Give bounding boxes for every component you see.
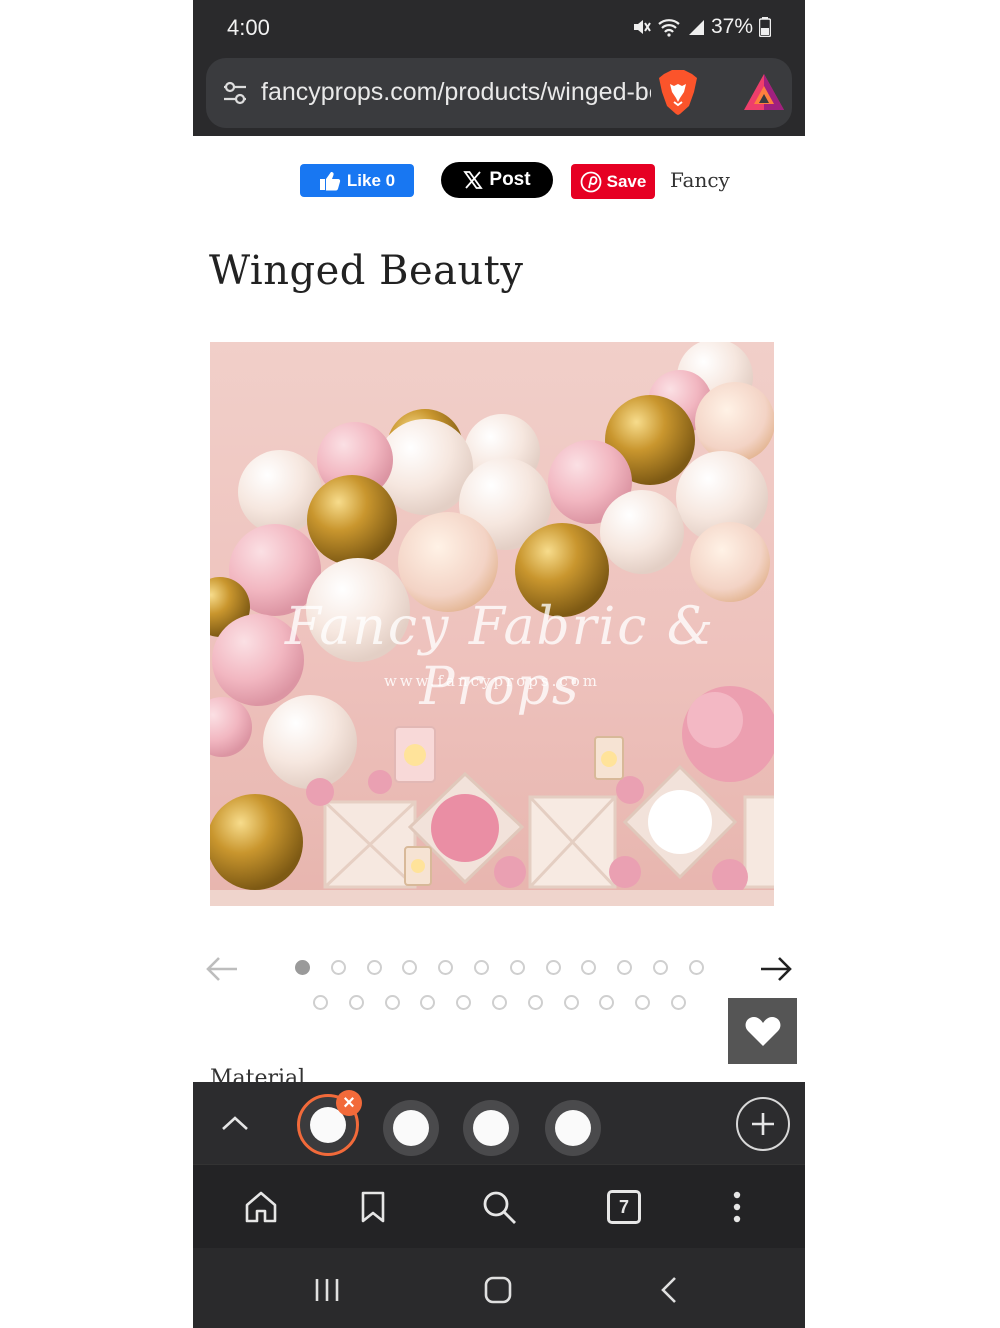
browser-toolbar: 7 [193, 1164, 805, 1248]
gallery-dot[interactable] [563, 995, 579, 1010]
home-icon [245, 1191, 277, 1223]
product-title: Winged Beauty [209, 248, 524, 294]
gallery-dot[interactable] [295, 960, 310, 975]
url-text[interactable]: fancyprops.com/products/winged-beauty [261, 78, 651, 110]
share-buttons: Like 0 Post Save Fancy [193, 162, 805, 202]
battery-icon [759, 17, 771, 37]
gallery-dot[interactable] [420, 995, 436, 1010]
fancy-share-link[interactable]: Fancy [670, 168, 730, 192]
tab-count: 7 [607, 1190, 641, 1224]
battery-percent: 37% [710, 15, 753, 38]
address-bar[interactable]: fancyprops.com/products/winged-beauty [206, 58, 792, 128]
gallery-dot[interactable] [545, 960, 561, 975]
plus-icon [752, 1113, 774, 1135]
gallery-dot[interactable] [384, 995, 400, 1010]
image-watermark: Fancy Fabric & Props [284, 597, 716, 717]
home-pill-icon [484, 1276, 512, 1304]
gallery-dot[interactable] [509, 960, 525, 975]
gallery-controls [193, 948, 805, 1028]
new-tab-button[interactable] [736, 1097, 790, 1151]
brave-rewards-icon[interactable] [742, 72, 786, 112]
bookmark-icon [361, 1191, 385, 1223]
home-button[interactable] [239, 1185, 283, 1229]
back-icon [661, 1277, 676, 1303]
search-button[interactable] [477, 1185, 521, 1229]
home-nav-button[interactable] [476, 1270, 520, 1310]
recents-icon [315, 1279, 339, 1301]
arrow-right-icon[interactable] [759, 955, 793, 983]
gallery-dot[interactable] [617, 960, 633, 975]
gallery-dot[interactable] [474, 960, 489, 975]
product-image[interactable]: Fancy Fabric & Props www.fancyprops.com [210, 342, 774, 906]
signal-icon [688, 20, 704, 35]
gallery-dot[interactable] [599, 995, 615, 1010]
pinterest-save-button[interactable]: Save [571, 164, 655, 199]
status-time: 4:00 [227, 15, 270, 40]
gallery-dot[interactable] [653, 960, 668, 975]
android-nav-bar [193, 1248, 805, 1328]
gallery-dot[interactable] [581, 960, 597, 975]
gallery-dot[interactable] [366, 960, 382, 975]
tab-strip: × [193, 1082, 805, 1164]
back-nav-button[interactable] [647, 1270, 691, 1310]
save-label: Save [606, 171, 647, 191]
gallery-dot[interactable] [527, 995, 543, 1010]
chevron-up-icon[interactable] [215, 1108, 255, 1138]
bookmarks-button[interactable] [351, 1185, 395, 1229]
gallery-dot[interactable] [492, 995, 507, 1010]
facebook-like-button[interactable]: Like 0 [300, 164, 414, 197]
browser-address-area: fancyprops.com/products/winged-beauty [193, 54, 805, 136]
pinterest-icon [580, 171, 602, 192]
x-post-button[interactable]: Post [441, 162, 553, 198]
thumbs-up-icon [319, 171, 341, 190]
gallery-dot[interactable] [671, 995, 686, 1010]
mute-icon [633, 20, 651, 34]
like-label: Like 0 [346, 170, 396, 190]
heart-icon [745, 1017, 780, 1046]
image-watermark-url: www.fancyprops.com [383, 672, 601, 690]
post-label: Post [489, 169, 531, 190]
gallery-dot[interactable] [456, 995, 472, 1010]
gallery-dot[interactable] [438, 960, 454, 975]
gallery-dot[interactable] [402, 960, 418, 975]
status-icons: 37% [631, 15, 771, 39]
menu-button[interactable] [715, 1185, 759, 1229]
gallery-dot[interactable] [635, 995, 651, 1010]
x-logo-icon [463, 171, 484, 189]
gallery-dot[interactable] [313, 995, 328, 1010]
tab-thumbnail[interactable] [383, 1100, 439, 1156]
arrow-left-icon[interactable] [205, 955, 239, 983]
gallery-dot[interactable] [348, 995, 364, 1010]
wishlist-button[interactable] [728, 998, 797, 1064]
settings-sliders-icon[interactable] [220, 79, 250, 107]
brave-lion-icon[interactable] [656, 68, 700, 116]
tab-thumbnail[interactable] [545, 1100, 601, 1156]
gallery-dot[interactable] [330, 960, 346, 975]
close-tab-button[interactable]: × [336, 1090, 362, 1116]
wifi-icon [658, 19, 680, 37]
phone-screen: 4:00 37% fancyprops.com/products/winged-… [193, 0, 805, 1328]
tabs-button[interactable]: 7 [602, 1185, 646, 1229]
recents-button[interactable] [305, 1270, 349, 1310]
search-icon [483, 1191, 516, 1224]
gallery-dot[interactable] [688, 960, 704, 975]
status-bar: 4:00 37% [193, 0, 805, 54]
more-vertical-icon [733, 1191, 741, 1223]
tab-thumbnail[interactable] [463, 1100, 519, 1156]
